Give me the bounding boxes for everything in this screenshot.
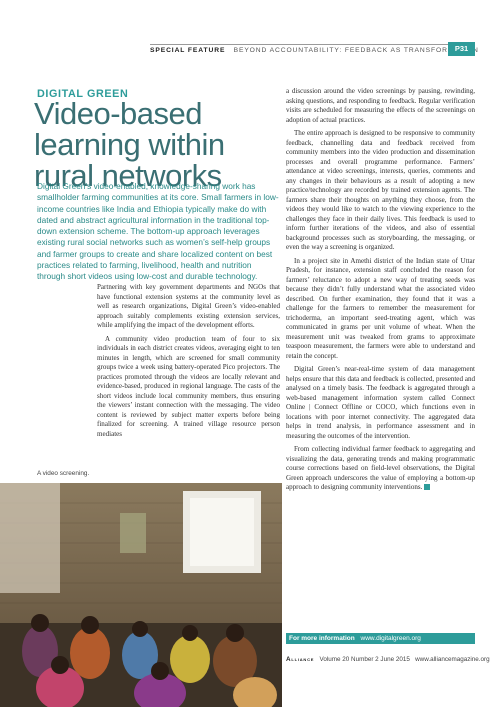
article-title: Video-based learning within rural networ… — [34, 96, 225, 193]
section-subtitle: BEYOND ACCOUNTABILITY: FEEDBACK AS TRANS… — [233, 47, 479, 54]
paragraph: A community video production team of fou… — [97, 334, 280, 438]
video-screening-photo — [0, 483, 282, 707]
paragraph: The entire approach is designed to be re… — [286, 129, 475, 251]
paragraph-text: From collecting individual farmer feedba… — [286, 445, 475, 491]
page-number: P31 — [448, 42, 475, 56]
running-header: SPECIAL FEATURE BEYOND ACCOUNTABILITY: F… — [150, 47, 478, 54]
article-standfirst: Digital Green’s video-enabled, knowledge… — [37, 181, 279, 282]
more-info-label: For more information — [289, 635, 355, 642]
paragraph: Digital Green’s near-real-time system of… — [286, 365, 475, 440]
issue-info: Volume 20 Number 2 June 2015 — [319, 656, 410, 663]
paragraph: a discussion around the video screenings… — [286, 87, 475, 124]
page-footer: Alliance Volume 20 Number 2 June 2015 ww… — [286, 656, 490, 663]
magazine-url[interactable]: www.alliancemagazine.org — [415, 656, 490, 663]
end-of-article-icon — [424, 483, 431, 490]
photo-caption: A video screening. — [37, 470, 90, 477]
more-info-bar: For more information www.digitalgreen.or… — [286, 633, 475, 644]
photo-illustration — [0, 483, 282, 707]
paragraph-final: From collecting individual farmer feedba… — [286, 445, 475, 493]
paragraph: In a project site in Amethi district of … — [286, 256, 475, 360]
left-column: Partnering with key government departmen… — [97, 283, 280, 443]
more-info-link[interactable]: www.digitalgreen.org — [361, 635, 421, 642]
header-rule — [150, 44, 472, 45]
paragraph: Partnering with key government departmen… — [97, 283, 280, 329]
magazine-name: Alliance — [286, 656, 315, 663]
section-label: SPECIAL FEATURE — [150, 47, 226, 54]
right-column: a discussion around the video screenings… — [286, 87, 475, 497]
